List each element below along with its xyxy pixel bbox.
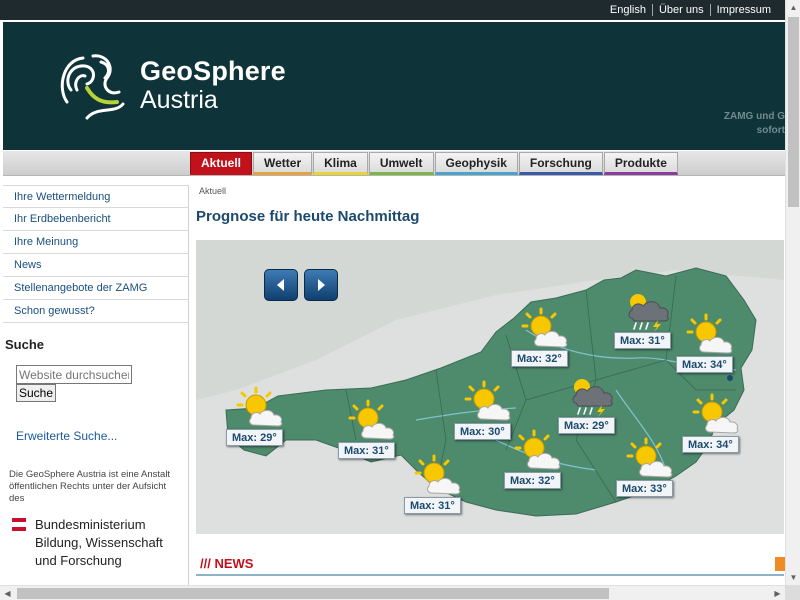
forecast-temp-label: Max: 31° [404, 497, 461, 514]
scroll-down-icon[interactable]: ▼ [786, 570, 800, 585]
tab-5[interactable]: Forschung [518, 152, 603, 175]
prev-forecast-button[interactable] [264, 269, 298, 301]
forecast-temp-label: Max: 29° [226, 429, 283, 446]
header-promo-text: ZAMG und G sofort [715, 110, 785, 138]
forecast-marker-9[interactable]: Max: 34° [682, 392, 754, 458]
page-title: Prognose für heute Nachmittag [196, 208, 420, 225]
link-english[interactable]: English [604, 4, 652, 16]
vertical-scroll-thumb[interactable] [788, 17, 799, 207]
news-divider [196, 574, 784, 576]
horizontal-scrollbar[interactable]: ◀ ▶ [0, 585, 785, 600]
chevron-left-icon [277, 279, 284, 291]
austria-flag-icon [12, 518, 26, 531]
geosphere-logo-icon[interactable] [57, 50, 129, 122]
forecast-temp-label: Max: 34° [676, 356, 733, 373]
search-button[interactable]: Suche [16, 384, 57, 402]
tab-3[interactable]: Umwelt [368, 152, 434, 175]
sidebar-item-4[interactable]: Stellenangebote der ZAMG [3, 277, 188, 300]
search-input[interactable] [16, 365, 132, 384]
forecast-marker-8[interactable]: Max: 34° [676, 312, 748, 378]
forecast-marker-1[interactable]: Max: 31° [338, 398, 410, 464]
forecast-temp-label: Max: 34° [682, 436, 739, 453]
sun-cloud-icon [521, 307, 568, 348]
sidebar-divider [188, 185, 189, 585]
forecast-marker-10[interactable]: Max: 33° [616, 436, 688, 502]
forecast-marker-2[interactable]: Max: 31° [404, 453, 476, 519]
ministry-logo[interactable]: Bundesministerium Bildung, Wissenschaft … [35, 516, 163, 570]
thunderstorm-icon [572, 379, 613, 417]
top-utility-bar: English Über uns Impressum [0, 0, 785, 20]
brand-name: GeoSphere [140, 56, 286, 86]
advanced-search-link[interactable]: Erweiterte Suche... [16, 429, 117, 443]
scroll-left-icon[interactable]: ◀ [0, 586, 15, 600]
chevron-right-icon [318, 279, 325, 291]
sidebar-item-5[interactable]: Schon gewusst? [3, 300, 188, 323]
search-heading: Suche [5, 337, 45, 352]
sun-cloud-icon [692, 393, 739, 434]
next-forecast-button[interactable] [304, 269, 338, 301]
forecast-map: Max: 29° Max: 31° Max: 31° Max: 30° Max:… [196, 240, 784, 534]
sun-cloud-icon [414, 454, 461, 495]
link-impressum[interactable]: Impressum [711, 4, 777, 16]
ministry-line: und Forschung [35, 553, 122, 568]
scrollbar-corner [785, 585, 800, 600]
sidebar-item-3[interactable]: News [3, 254, 188, 277]
ministry-line: Bildung, Wissenschaft [35, 535, 163, 550]
forecast-temp-label: Max: 29° [558, 417, 615, 434]
thunderstorm-icon [628, 294, 669, 332]
forecast-temp-label: Max: 31° [338, 442, 395, 459]
forecast-temp-label: Max: 30° [454, 423, 511, 440]
promo-line: sofort [756, 125, 785, 136]
nav-tabs: Aktuell Wetter Klima Umwelt Geophysik Forschu… [190, 152, 679, 175]
sun-cloud-icon [686, 313, 733, 354]
brand-subname: Austria [140, 86, 218, 114]
sun-cloud-icon [348, 399, 395, 440]
sun-cloud-icon [464, 380, 511, 421]
forecast-marker-0[interactable]: Max: 29° [226, 385, 298, 451]
scroll-up-icon[interactable]: ▲ [786, 0, 800, 15]
tab-4[interactable]: Geophysik [434, 152, 518, 175]
promo-line: ZAMG und G [723, 111, 785, 122]
breadcrumb[interactable]: Aktuell [199, 186, 226, 196]
tab-0[interactable]: Aktuell [190, 152, 253, 175]
forecast-temp-label: Max: 33° [616, 480, 673, 497]
vertical-scrollbar[interactable]: ▲ ▼ [785, 0, 800, 585]
sun-cloud-icon [236, 386, 283, 427]
horizontal-scroll-thumb[interactable] [17, 588, 609, 599]
scroll-right-icon[interactable]: ▶ [770, 586, 785, 600]
sidebar-item-1[interactable]: Ihr Erdbebenbericht [3, 208, 188, 231]
sun-cloud-icon [626, 437, 673, 478]
sidebar-menu: Ihre Wettermeldung Ihr Erdbebenbericht Ihr… [3, 185, 188, 323]
ministry-line: Bundesministerium [35, 517, 146, 532]
forecast-marker-6[interactable]: Max: 29° [558, 373, 630, 439]
forecast-marker-4[interactable]: Max: 32° [511, 306, 583, 372]
sidebar-item-2[interactable]: Ihre Meinung [3, 231, 188, 254]
forecast-temp-label: Max: 31° [614, 332, 671, 349]
news-heading: /// NEWS [200, 556, 254, 571]
site-header: GeoSphere Austria ZAMG und G sofort [3, 22, 785, 150]
info-text: Die GeoSphere Austria ist eine Anstalt ö… [9, 469, 171, 504]
tab-1[interactable]: Wetter [253, 152, 313, 175]
forecast-temp-label: Max: 32° [504, 472, 561, 489]
page: English Über uns Impressum GeoSphere Aus… [0, 0, 800, 600]
rss-icon[interactable] [775, 557, 785, 571]
tab-6[interactable]: Produkte [603, 152, 678, 175]
main-navigation: Aktuell Wetter Klima Umwelt Geophysik Forschu… [3, 151, 785, 176]
link-ueber-uns[interactable]: Über uns [653, 4, 710, 16]
sidebar-item-0[interactable]: Ihre Wettermeldung [3, 185, 188, 208]
tab-2[interactable]: Klima [313, 152, 368, 175]
forecast-temp-label: Max: 32° [511, 350, 568, 367]
